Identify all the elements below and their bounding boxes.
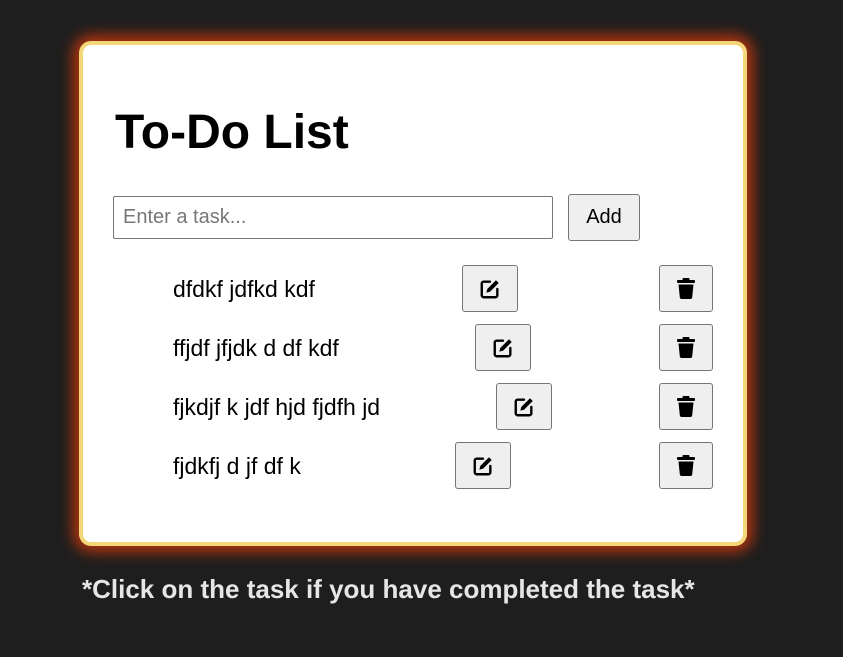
todo-card: To-Do List Add dfdkf jdfkd kdf ffjdf jfj… (79, 41, 747, 546)
task-item: fjkdjf k jdf hjd fjdfh jd (83, 383, 743, 431)
trash-icon (677, 396, 695, 417)
task-text[interactable]: fjkdjf k jdf hjd fjdfh jd (173, 383, 380, 431)
trash-icon (677, 337, 695, 358)
delete-task-button[interactable] (659, 324, 713, 371)
task-input[interactable] (113, 196, 553, 239)
edit-task-button[interactable] (455, 442, 511, 489)
trash-icon (677, 455, 695, 476)
delete-task-button[interactable] (659, 265, 713, 312)
trash-icon (677, 278, 695, 299)
page-title: To-Do List (115, 106, 349, 159)
edit-icon (473, 456, 492, 475)
edit-task-button[interactable] (462, 265, 518, 312)
task-text[interactable]: dfdkf jdfkd kdf (173, 265, 315, 313)
edit-task-button[interactable] (475, 324, 531, 371)
completion-hint: *Click on the task if you have completed… (82, 574, 695, 604)
task-item: dfdkf jdfkd kdf (83, 265, 743, 313)
delete-task-button[interactable] (659, 383, 713, 430)
edit-icon (493, 338, 512, 357)
delete-task-button[interactable] (659, 442, 713, 489)
add-task-button[interactable]: Add (568, 194, 640, 241)
task-item: ffjdf jfjdk d df kdf (83, 324, 743, 372)
edit-icon (514, 397, 533, 416)
task-text[interactable]: ffjdf jfjdk d df kdf (173, 324, 339, 372)
edit-icon (480, 279, 499, 298)
task-item: fjdkfj d jf df k (83, 442, 743, 490)
task-text[interactable]: fjdkfj d jf df k (173, 442, 301, 490)
edit-task-button[interactable] (496, 383, 552, 430)
